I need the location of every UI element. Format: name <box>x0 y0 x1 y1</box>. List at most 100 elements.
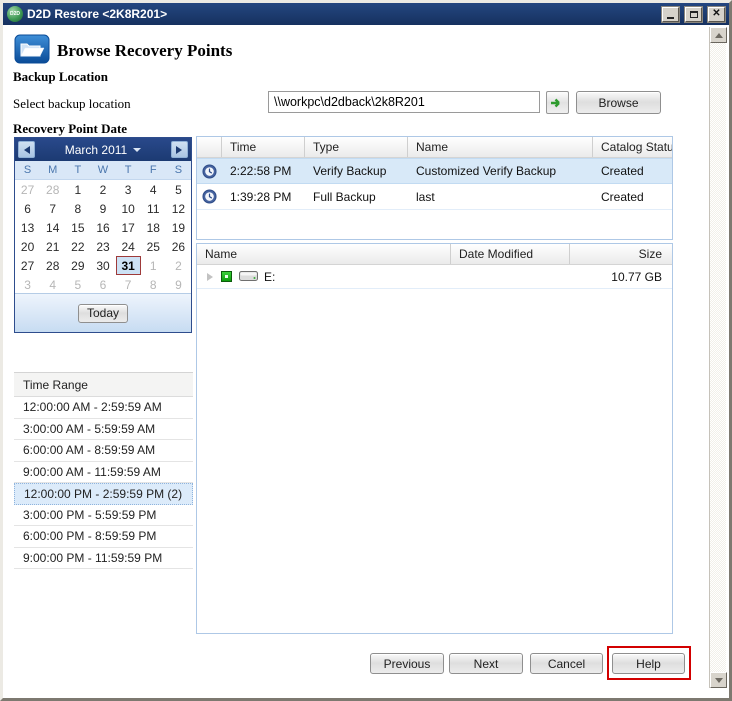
title-bar: D2D D2D Restore <2K8R201> ✕ <box>3 3 729 25</box>
scroll-up-button[interactable] <box>710 27 727 43</box>
backup-location-section-label: Backup Location <box>13 69 108 85</box>
column-header-size[interactable]: Size <box>570 244 672 264</box>
time-range-item[interactable]: 6:00:00 PM - 8:59:59 PM <box>14 526 193 548</box>
calendar-day[interactable]: 18 <box>141 218 166 237</box>
scroll-down-button[interactable] <box>710 672 727 688</box>
column-header-time[interactable]: Time <box>222 137 305 157</box>
calendar-day[interactable]: 9 <box>166 275 191 294</box>
browse-button[interactable]: Browse <box>576 91 661 114</box>
window-title: D2D Restore <2K8R201> <box>27 7 656 21</box>
calendar-day[interactable]: 28 <box>40 256 65 275</box>
calendar-day[interactable]: 12 <box>166 199 191 218</box>
previous-button[interactable]: Previous <box>370 653 444 674</box>
calendar-month-dropdown[interactable]: March 2011 <box>65 143 141 157</box>
column-header-name[interactable]: Name <box>408 137 593 157</box>
calendar-day[interactable]: 27 <box>15 256 40 275</box>
calendar-day[interactable]: 3 <box>116 180 141 199</box>
calendar-day[interactable]: 1 <box>141 256 166 275</box>
calendar-footer: Today <box>15 293 191 332</box>
column-header-date-modified[interactable]: Date Modified <box>451 244 570 264</box>
calendar-day[interactable]: 2 <box>90 180 115 199</box>
volume-name: E: <box>264 270 275 284</box>
recovery-point-type: Verify Backup <box>305 164 408 178</box>
calendar-grid: 2728123456789101112131415161718192021222… <box>15 180 191 294</box>
help-button[interactable]: Help <box>612 653 685 674</box>
next-button[interactable]: Next <box>449 653 523 674</box>
calendar-day[interactable]: 25 <box>141 237 166 256</box>
column-header-icon[interactable] <box>197 137 222 157</box>
calendar-day[interactable]: 22 <box>65 237 90 256</box>
calendar-day[interactable]: 23 <box>90 237 115 256</box>
recovery-point-type: Full Backup <box>305 190 408 204</box>
calendar-day[interactable]: 21 <box>40 237 65 256</box>
calendar-day[interactable]: 29 <box>65 256 90 275</box>
file-browser-body: E:10.77 GB <box>197 265 672 289</box>
calendar-day[interactable]: 15 <box>65 218 90 237</box>
file-browser-row[interactable]: E:10.77 GB <box>197 265 672 289</box>
column-header-type[interactable]: Type <box>305 137 408 157</box>
calendar-day[interactable]: 2 <box>166 256 191 275</box>
today-button[interactable]: Today <box>78 304 128 323</box>
calendar-day[interactable]: 5 <box>65 275 90 294</box>
column-header-name[interactable]: Name <box>197 244 451 264</box>
minimize-icon <box>667 17 674 19</box>
time-range-item[interactable]: 12:00:00 AM - 2:59:59 AM <box>14 397 193 419</box>
app-logo-icon: D2D <box>7 6 23 22</box>
cancel-button[interactable]: Cancel <box>530 653 603 674</box>
select-backup-location-label: Select backup location <box>13 96 131 112</box>
calendar-day[interactable]: 6 <box>90 275 115 294</box>
calendar-day[interactable]: 9 <box>90 199 115 218</box>
expand-arrow-icon[interactable] <box>207 273 213 281</box>
calendar-day[interactable]: 27 <box>15 180 40 199</box>
column-header-catalog-status[interactable]: Catalog Status <box>593 137 672 157</box>
chevron-right-icon <box>176 146 182 154</box>
arrow-down-icon <box>715 678 723 683</box>
backup-location-input[interactable] <box>268 91 540 113</box>
calendar-day-selected[interactable]: 31 <box>116 256 141 275</box>
calendar-day[interactable]: 13 <box>15 218 40 237</box>
time-range-item-selected[interactable]: 12:00:00 PM - 2:59:59 PM (2) <box>14 483 193 505</box>
recovery-point-row[interactable]: 1:39:28 PMFull BackuplastCreated <box>197 184 672 210</box>
calendar-day[interactable]: 16 <box>90 218 115 237</box>
close-button[interactable]: ✕ <box>708 7 725 22</box>
recovery-point-row[interactable]: 2:22:58 PMVerify BackupCustomized Verify… <box>197 158 672 184</box>
time-range-item[interactable]: 6:00:00 AM - 8:59:59 AM <box>14 440 193 462</box>
go-button[interactable] <box>546 91 569 114</box>
minimize-button[interactable] <box>662 7 679 22</box>
calendar-day[interactable]: 28 <box>40 180 65 199</box>
calendar-day[interactable]: 8 <box>141 275 166 294</box>
calendar-day[interactable]: 17 <box>116 218 141 237</box>
calendar-day[interactable]: 1 <box>65 180 90 199</box>
time-range-item[interactable]: 3:00:00 AM - 5:59:59 AM <box>14 419 193 441</box>
calendar-day[interactable]: 14 <box>40 218 65 237</box>
maximize-button[interactable] <box>685 7 702 22</box>
calendar-dow-label: S <box>15 161 40 179</box>
file-browser-header: Name Date Modified Size <box>197 244 672 265</box>
time-range-item[interactable]: 9:00:00 PM - 11:59:59 PM <box>14 548 193 570</box>
recovery-point-name: last <box>408 190 593 204</box>
calendar-day[interactable]: 7 <box>116 275 141 294</box>
calendar-day[interactable]: 8 <box>65 199 90 218</box>
include-checkbox[interactable] <box>221 271 232 282</box>
calendar-day[interactable]: 10 <box>116 199 141 218</box>
calendar-next-month-button[interactable] <box>171 141 188 158</box>
calendar-day[interactable]: 30 <box>90 256 115 275</box>
time-range-item[interactable]: 3:00:00 PM - 5:59:59 PM <box>14 505 193 527</box>
recovery-point-clock-icon <box>202 164 217 179</box>
calendar-day[interactable]: 5 <box>166 180 191 199</box>
calendar-day[interactable]: 6 <box>15 199 40 218</box>
calendar-day[interactable]: 7 <box>40 199 65 218</box>
calendar-day[interactable]: 26 <box>166 237 191 256</box>
calendar-prev-month-button[interactable] <box>18 141 35 158</box>
calendar-day[interactable]: 11 <box>141 199 166 218</box>
calendar-day[interactable]: 24 <box>116 237 141 256</box>
time-range-item[interactable]: 9:00:00 AM - 11:59:59 AM <box>14 462 193 484</box>
recovery-point-status: Created <box>593 164 672 178</box>
calendar-day[interactable]: 19 <box>166 218 191 237</box>
calendar-day[interactable]: 3 <box>15 275 40 294</box>
calendar-day[interactable]: 4 <box>141 180 166 199</box>
calendar-dow-label: F <box>141 161 166 179</box>
vertical-scrollbar[interactable] <box>709 27 726 688</box>
calendar-day[interactable]: 4 <box>40 275 65 294</box>
calendar-day[interactable]: 20 <box>15 237 40 256</box>
